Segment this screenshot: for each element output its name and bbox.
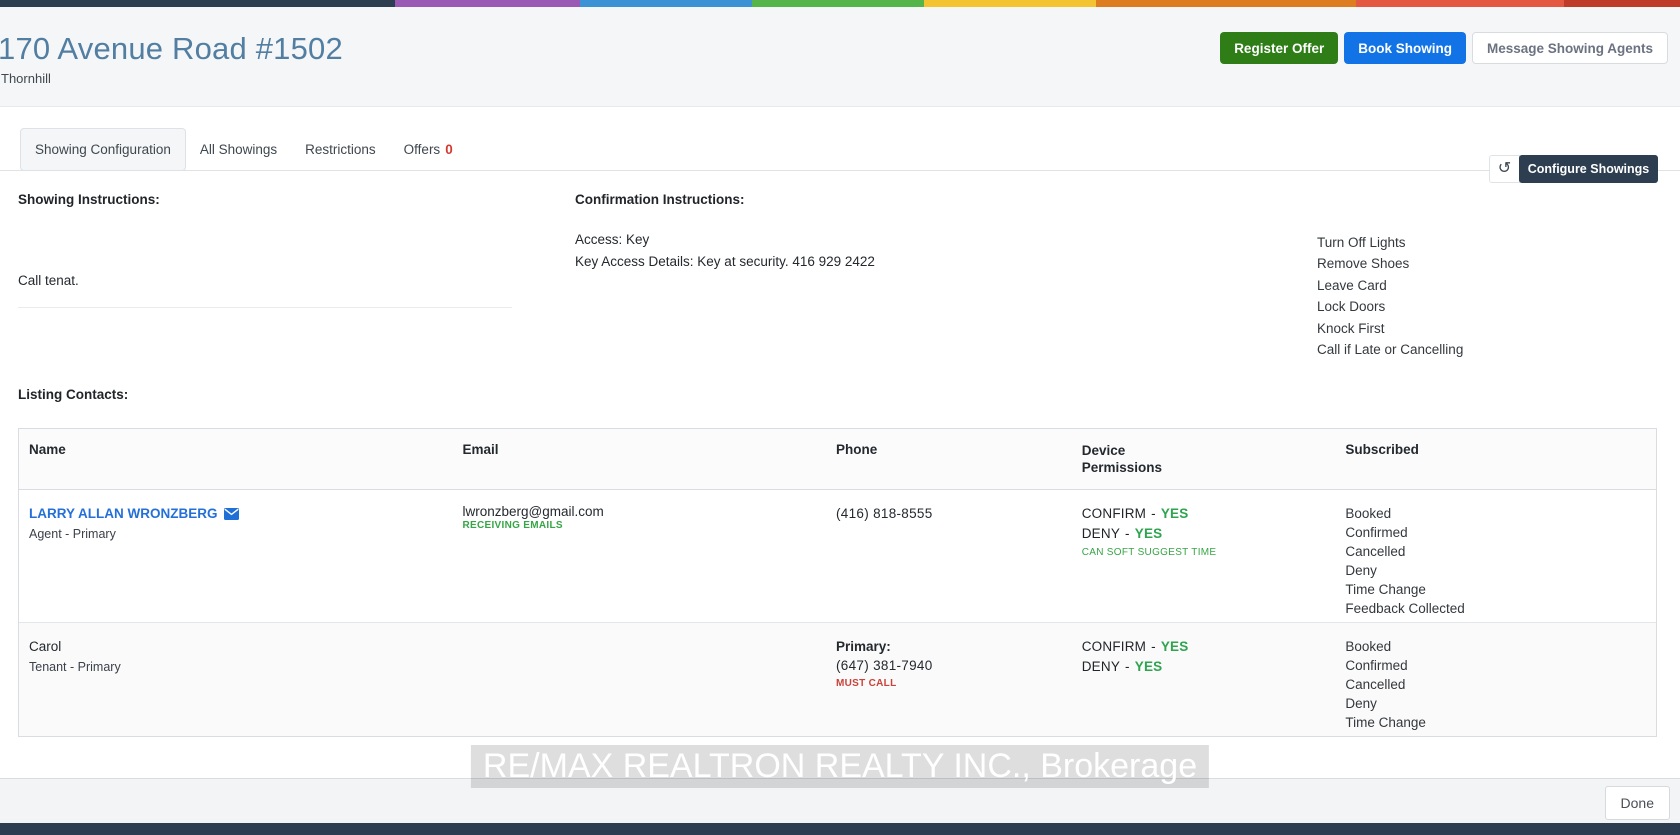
stripe-segment-orange xyxy=(1096,0,1356,7)
subscribed-item: Feedback Collected xyxy=(1345,601,1465,616)
subscribed-cell: Booked Confirmed Cancelled Deny Time Cha… xyxy=(1335,623,1656,736)
checklist-item: Knock First xyxy=(1317,320,1385,336)
confirmation-line: Key Access Details: Key at security. 416… xyxy=(575,253,875,269)
contact-email-cell xyxy=(452,623,826,736)
subscribed-item: Cancelled xyxy=(1345,677,1406,692)
subscribed-item: Cancelled xyxy=(1345,544,1406,559)
contact-role: Tenant - Primary xyxy=(29,660,121,674)
tab-restrictions[interactable]: Restrictions xyxy=(291,128,390,171)
top-stripe xyxy=(0,0,1680,7)
checklist-item: Leave Card xyxy=(1317,277,1387,293)
contact-name: Carol xyxy=(29,639,62,654)
listing-contacts-table: Name Email Phone Device Permissions Subs… xyxy=(18,428,1657,737)
contact-name-cell: Carol Tenant - Primary xyxy=(19,623,452,736)
subscribed-item: Deny xyxy=(1345,563,1377,578)
checklist-item: Lock Doors xyxy=(1317,299,1386,315)
device-permissions-cell: CONFIRM - YES DENY - YES xyxy=(1072,623,1336,736)
stripe-segment-navy xyxy=(0,0,395,7)
contact-name-cell: LARRY ALLAN WRONZBERG Agent - Primary xyxy=(19,490,452,622)
confirmation-instructions-body: Access: Key Key Access Details: Key at s… xyxy=(575,229,875,272)
subscribed-item: Time Change xyxy=(1345,582,1426,597)
column-header-name: Name xyxy=(29,442,66,457)
history-icon: ↺ xyxy=(1497,160,1512,177)
page-subtitle: Thornhill xyxy=(1,71,51,86)
header: 170 Avenue Road #1502 Thornhill Register… xyxy=(0,7,1680,107)
showing-instructions-body: Call tenat. xyxy=(18,273,79,288)
confirmation-line: Access: Key xyxy=(575,232,650,247)
stripe-segment-purple xyxy=(395,0,580,7)
history-button[interactable]: ↺ xyxy=(1489,155,1520,183)
table-row: Carol Tenant - Primary Primary: (647) 38… xyxy=(19,622,1656,736)
tab-showing-configuration[interactable]: Showing Configuration xyxy=(20,128,186,171)
done-button[interactable]: Done xyxy=(1604,786,1670,820)
stripe-segment-dark-red xyxy=(1564,0,1680,7)
subscribed-item: Booked xyxy=(1345,506,1392,521)
tab-label: All Showings xyxy=(199,142,278,157)
column-header-phone: Phone xyxy=(836,442,878,457)
tabbar: Showing Configuration All Showings Restr… xyxy=(20,128,467,171)
book-showing-button[interactable]: Book Showing xyxy=(1344,32,1466,64)
contact-phone-cell: Primary: (647) 381-7940 MUST CALL xyxy=(826,623,1072,736)
column-header-email: Email xyxy=(462,442,499,457)
table-header-row: Name Email Phone Device Permissions Subs… xyxy=(19,429,1656,490)
subscribed-cell: Booked Confirmed Cancelled Deny Time Cha… xyxy=(1335,490,1656,622)
showing-instructions-heading: Showing Instructions: xyxy=(18,192,160,207)
subscribed-item: Deny xyxy=(1345,696,1377,711)
subscribed-item: Confirmed xyxy=(1345,525,1408,540)
permission-line: DENY - YES xyxy=(1081,659,1163,674)
showing-details-page: 170 Avenue Road #1502 Thornhill Register… xyxy=(0,0,1680,835)
confirmation-instructions-heading: Confirmation Instructions: xyxy=(575,192,745,207)
contact-phone-cell: (416) 818-8555 xyxy=(826,490,1072,622)
phone-label: Primary: xyxy=(836,639,891,654)
tab-label: Showing Configuration xyxy=(35,142,171,157)
permission-line: DENY - YES xyxy=(1081,526,1163,541)
contact-phone: (647) 381-7940 xyxy=(836,658,933,673)
stripe-segment-green xyxy=(752,0,924,7)
tab-label: Restrictions xyxy=(305,142,376,157)
contact-role: Agent - Primary xyxy=(29,527,116,541)
stripe-segment-red xyxy=(1356,0,1564,7)
message-showing-agents-button[interactable]: Message Showing Agents xyxy=(1471,32,1668,64)
checklist-item: Turn Off Lights xyxy=(1317,235,1406,250)
brokerage-watermark: RE/MAX REALTRON REALTY INC., Brokerage xyxy=(470,745,1210,788)
subscribed-item: Time Change xyxy=(1345,715,1426,730)
stripe-segment-yellow xyxy=(924,0,1096,7)
checklist-item: Call if Late or Cancelling xyxy=(1317,342,1464,358)
subscribed-item: Booked xyxy=(1345,639,1392,654)
contact-phone: (416) 818-8555 xyxy=(836,506,933,521)
confirmation-checklist: Turn Off Lights Remove Shoes Leave Card … xyxy=(1317,232,1463,360)
bottom-bar xyxy=(0,823,1680,835)
envelope-icon xyxy=(223,507,239,520)
tab-all-showings[interactable]: All Showings xyxy=(186,128,291,171)
device-permissions-cell: CONFIRM - YES DENY - YES CAN SOFT SUGGEST TI… xyxy=(1072,490,1336,622)
permission-line: CONFIRM - YES xyxy=(1081,506,1189,521)
column-header-device-permissions: Device Permissions xyxy=(1081,443,1163,475)
phone-note: MUST CALL xyxy=(836,678,897,689)
page-title: 170 Avenue Road #1502 xyxy=(0,31,343,66)
configure-showings-button[interactable]: Configure Showings xyxy=(1519,155,1658,183)
permission-line: CONFIRM - YES xyxy=(1081,639,1189,654)
header-actions: Register Offer Book Showing Message Show… xyxy=(1220,32,1668,64)
email-status-note: RECEIVING EMAILS xyxy=(462,520,563,531)
table-row: LARRY ALLAN WRONZBERG Agent - Primary lw… xyxy=(19,490,1656,622)
contact-name-link[interactable]: LARRY ALLAN WRONZBERG xyxy=(29,504,442,523)
subscribed-item: Confirmed xyxy=(1345,658,1408,673)
contact-email-cell: lwronzberg@gmail.com RECEIVING EMAILS xyxy=(452,490,826,622)
stripe-segment-blue xyxy=(580,0,752,7)
offers-count-badge: 0 xyxy=(445,142,453,157)
register-offer-button[interactable]: Register Offer xyxy=(1220,32,1339,64)
tab-label: Offers xyxy=(403,142,441,157)
column-header-subscribed: Subscribed xyxy=(1345,442,1419,457)
tab-offers[interactable]: Offers 0 xyxy=(390,128,467,171)
section-divider xyxy=(18,307,512,308)
permission-note: CAN SOFT SUGGEST TIME xyxy=(1081,547,1217,558)
listing-contacts-heading: Listing Contacts: xyxy=(18,387,129,402)
checklist-item: Remove Shoes xyxy=(1317,256,1410,272)
contact-email: lwronzberg@gmail.com xyxy=(462,504,604,519)
